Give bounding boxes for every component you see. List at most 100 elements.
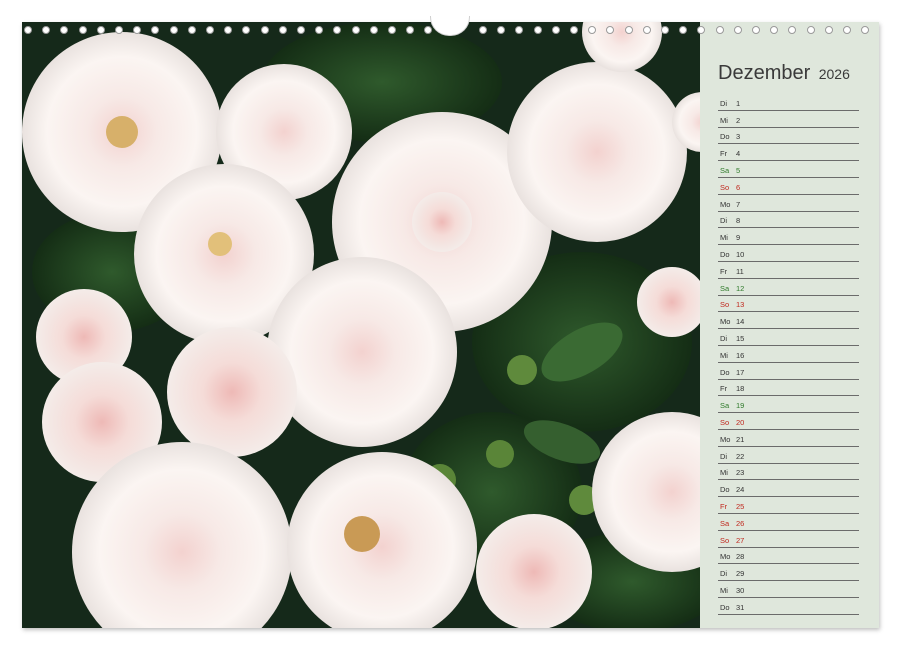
day-row: Fr 4: [718, 144, 859, 162]
day-row: Mi 2: [718, 111, 859, 128]
day-row: Fr 11: [718, 262, 859, 279]
day-number: 28: [736, 552, 745, 562]
white-roses-illustration: [22, 22, 700, 628]
day-row: Do 17: [718, 363, 859, 380]
binding-ring: [733, 26, 742, 34]
day-number: 30: [736, 585, 745, 595]
binding-ring: [78, 26, 87, 34]
binding-ring: [715, 26, 724, 34]
binding-ring: [497, 26, 506, 34]
day-number: 8: [736, 216, 741, 226]
weekday-label: Mo: [720, 199, 731, 209]
month-title: Dezember 2026: [718, 62, 850, 85]
weekday-label: Fr: [720, 501, 728, 511]
day-number: 31: [736, 602, 745, 612]
day-row: Do 3: [718, 128, 859, 145]
day-number: 11: [736, 266, 744, 276]
weekday-label: Di: [720, 333, 728, 343]
weekday-label: Di: [720, 569, 728, 579]
day-row: Do 31: [718, 598, 859, 615]
day-number: 14: [736, 317, 745, 327]
day-number: 16: [736, 350, 745, 360]
day-row: Di 22: [718, 447, 859, 464]
calendar-page: Dezember 2026 Di 1 Mi 2 Do 3 Fr 4 Sa 5 So 6 Mo 7 Di 8 Mi…: [22, 22, 879, 628]
weekday-label: Mi: [720, 468, 728, 478]
day-number: 18: [736, 384, 745, 394]
binding-ring: [60, 26, 69, 34]
weekday-label: So: [720, 300, 730, 310]
binding-ring: [570, 26, 578, 34]
weekday-label: Do: [720, 132, 730, 142]
binding-ring: [606, 26, 615, 34]
day-number: 25: [736, 501, 745, 511]
day-row: Mi 30: [718, 581, 859, 598]
day-number: 13: [736, 300, 745, 310]
day-number: 20: [736, 417, 745, 427]
calendar-panel: Dezember 2026 Di 1 Mi 2 Do 3 Fr 4 Sa 5 So 6 Mo 7 Di 8 Mi…: [700, 22, 879, 628]
day-row: Do 10: [718, 245, 859, 262]
day-number: 19: [736, 401, 745, 411]
day-row: Di 15: [718, 329, 859, 346]
binding-ring: [679, 26, 688, 34]
binding-ring: [297, 26, 305, 34]
binding-ring: [824, 26, 833, 34]
weekday-label: Mo: [720, 434, 731, 444]
day-row: Fr 18: [718, 380, 859, 397]
day-number: 6: [736, 182, 741, 192]
day-number: 2: [736, 115, 741, 125]
binding-ring: [697, 26, 706, 34]
binding-ring: [861, 26, 870, 34]
binding-ring: [115, 26, 123, 34]
day-row: So 20: [718, 413, 859, 430]
day-number: 23: [736, 468, 745, 478]
binding-ring: [406, 26, 415, 34]
rose-photo: [22, 22, 700, 628]
day-row: So 27: [718, 531, 859, 548]
weekday-label: Fr: [720, 266, 728, 276]
binding-ring: [788, 26, 797, 34]
binding-ring: [588, 26, 597, 34]
day-row: Do 24: [718, 480, 859, 498]
day-number: 12: [736, 283, 745, 293]
day-row: Mo 21: [718, 430, 859, 447]
day-row: Sa 26: [718, 514, 859, 531]
binding-ring: [624, 26, 633, 34]
weekday-label: Mi: [720, 350, 728, 360]
binding-ring: [642, 26, 651, 34]
day-number: 29: [736, 569, 745, 579]
weekday-label: So: [720, 182, 730, 192]
day-number: 10: [736, 249, 745, 259]
weekday-label: Sa: [720, 518, 730, 528]
binding-ring: [24, 26, 32, 34]
day-number: 21: [736, 434, 745, 444]
weekday-label: Mi: [720, 115, 728, 125]
day-number: 17: [736, 367, 745, 377]
day-row: Mi 9: [718, 228, 859, 246]
binding-ring: [806, 26, 815, 34]
day-number: 26: [736, 518, 745, 528]
binding-ring: [351, 26, 360, 34]
day-row: Sa 12: [718, 279, 859, 296]
binding-ring: [206, 26, 214, 34]
day-number: 1: [736, 98, 741, 108]
day-row: Mo 28: [718, 548, 859, 565]
binding-ring: [333, 26, 342, 34]
binding-ring: [133, 26, 142, 34]
day-number: 3: [736, 132, 741, 142]
binding-ring: [42, 26, 51, 34]
day-row: So 13: [718, 296, 859, 313]
weekday-label: Di: [720, 98, 728, 108]
day-number: 15: [736, 333, 745, 343]
weekday-label: Di: [720, 216, 728, 226]
day-number: 7: [736, 199, 741, 209]
binding-ring: [661, 26, 669, 34]
day-list: Di 1 Mi 2 Do 3 Fr 4 Sa 5 So 6 Mo 7 Di 8 Mi 9 Do 10 Fr 11 Sa 12 S…: [718, 94, 859, 615]
weekday-label: Mi: [720, 585, 728, 595]
day-row: Di 1: [718, 94, 859, 111]
binding-ring: [551, 26, 560, 34]
day-number: 22: [736, 451, 745, 461]
weekday-label: Fr: [720, 149, 728, 159]
weekday-label: Mi: [720, 233, 728, 243]
weekday-label: Sa: [720, 283, 730, 293]
binding-ring: [242, 26, 251, 34]
